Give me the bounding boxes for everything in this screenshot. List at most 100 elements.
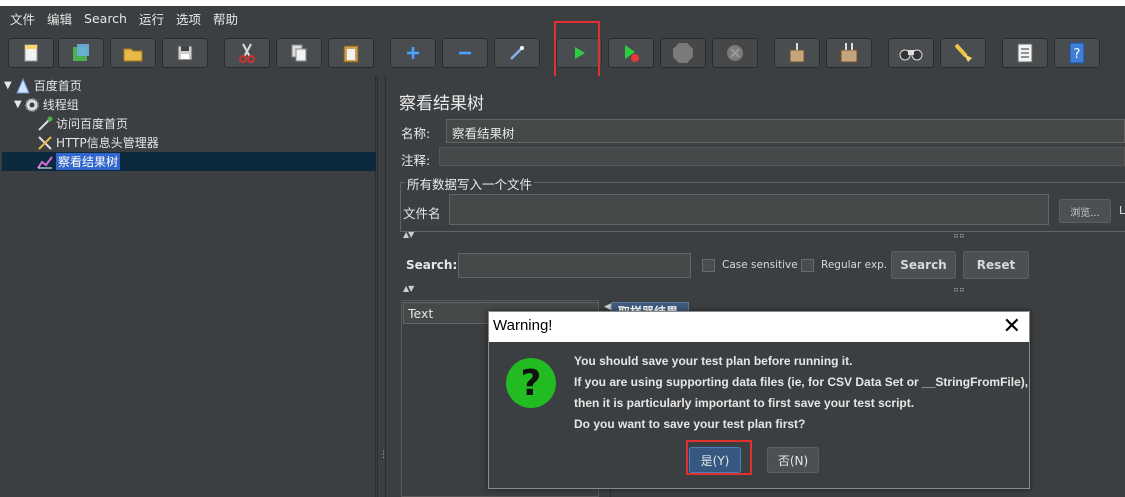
tools-icon <box>36 134 54 152</box>
start-no-pauses-button[interactable] <box>608 38 654 68</box>
tree-splitter[interactable]: ⋮ <box>377 76 388 497</box>
search-button[interactable] <box>888 38 934 68</box>
drag-dots-icon: ⠶⠶ <box>953 285 965 294</box>
dialog-title: Warning! <box>493 317 553 334</box>
copy-button[interactable] <box>276 38 322 68</box>
minus-icon <box>459 51 471 55</box>
menu-file[interactable]: 文件 <box>4 9 41 28</box>
shutdown-icon <box>727 45 743 61</box>
dialog-message-line-1: You should save your test plan before ru… <box>574 354 853 368</box>
drag-dots-icon: ⠶⠶ <box>953 231 965 240</box>
expanded-arrow-icon[interactable]: ▼ <box>14 99 22 110</box>
menu-edit[interactable]: 编辑 <box>41 9 78 28</box>
dialog-titlebar: Warning! ✕ <box>489 312 1029 342</box>
copy-icon <box>291 44 307 62</box>
clear-button[interactable] <box>774 38 820 68</box>
templates-button[interactable] <box>58 38 104 68</box>
dialog-message-line-4: Do you want to save your test plan first… <box>574 417 806 431</box>
filename-label: 文件名 <box>403 206 441 221</box>
open-folder-icon <box>123 48 143 62</box>
warning-dialog: Warning! ✕ ? You should save your test p… <box>488 311 1030 489</box>
case-sensitive-checkbox[interactable] <box>702 259 715 272</box>
menu-run[interactable]: 运行 <box>133 9 170 28</box>
broom-all-icon <box>840 43 858 63</box>
expanded-arrow-icon[interactable]: ▼ <box>4 80 12 91</box>
clear-all-button[interactable] <box>826 38 872 68</box>
tree-node-label: 访问百度首页 <box>56 117 129 131</box>
pipette-icon <box>36 115 54 133</box>
question-icon: ? <box>505 357 557 412</box>
save-disk-icon <box>177 45 193 61</box>
list-icon <box>1017 43 1033 63</box>
stop-icon <box>673 43 693 63</box>
collapse-arrows-icon[interactable]: ▲▼ <box>403 284 414 293</box>
help-icon: ? <box>1069 42 1085 64</box>
tree-node-label: 察看结果树 <box>56 153 121 170</box>
truncated-label: L <box>1119 204 1125 217</box>
panel-title: 察看结果树 <box>399 94 484 114</box>
cut-button[interactable] <box>224 38 270 68</box>
search-label: Search: <box>406 258 458 272</box>
dialog-message-line-3: then it is particularly important to fir… <box>574 396 915 410</box>
start-button-highlight <box>554 21 600 81</box>
plus-icon <box>407 47 419 59</box>
tree-node-header-manager[interactable]: HTTP信息头管理器 <box>36 133 159 152</box>
name-label: 名称: <box>401 126 431 141</box>
browse-button[interactable]: 浏览... <box>1059 199 1111 223</box>
write-to-file-legend: 所有数据写入一个文件 <box>405 174 535 193</box>
tree-node-thread-group[interactable]: ▼ 线程组 <box>14 95 79 114</box>
renderer-value: Text <box>408 306 434 321</box>
tree-node-test-plan[interactable]: ▼ 百度首页 <box>4 76 82 95</box>
broom-icon <box>789 43 805 63</box>
split-divider-2[interactable]: ▲▼ ⠶⠶ <box>400 284 1125 295</box>
tree-node-label: HTTP信息头管理器 <box>56 136 159 150</box>
new-file-icon <box>24 44 38 62</box>
templates-icon <box>73 44 89 61</box>
collapse-arrows-icon[interactable]: ▲▼ <box>403 230 414 239</box>
tree-node-http-request[interactable]: 访问百度首页 <box>36 114 128 133</box>
scissors-icon <box>239 43 255 63</box>
play-no-timers-icon <box>625 45 639 62</box>
regular-exp-label: Regular exp. <box>821 259 888 271</box>
wand-icon <box>510 46 524 60</box>
svg-text:?: ? <box>1074 47 1081 62</box>
tree-node-view-results-tree[interactable]: 察看结果树 <box>36 152 121 171</box>
name-input[interactable]: 察看结果树 <box>446 119 1125 143</box>
paste-icon <box>343 45 359 63</box>
save-button[interactable] <box>162 38 208 68</box>
open-button[interactable] <box>110 38 156 68</box>
menu-search[interactable]: Search <box>78 11 133 26</box>
tree-node-label: 线程组 <box>42 98 79 112</box>
paste-button[interactable] <box>328 38 374 68</box>
help-button[interactable]: ? <box>1054 38 1100 68</box>
case-sensitive-label: Case sensitive <box>722 259 798 271</box>
binoculars-icon <box>899 49 923 61</box>
menu-options[interactable]: 选项 <box>170 9 207 28</box>
close-icon[interactable]: ✕ <box>1003 314 1021 339</box>
shutdown-button[interactable] <box>712 38 758 68</box>
comment-input[interactable] <box>439 147 1125 166</box>
gear-icon <box>23 96 41 114</box>
test-plan-tree: ▼ 百度首页 ▼ 线程组 访问百度首页 HTTP信息头管理器 察看结果树 <box>0 76 376 497</box>
reset-search-button[interactable] <box>940 38 986 68</box>
collapse-button[interactable] <box>442 38 488 68</box>
search-submit-button[interactable]: Search <box>891 251 956 279</box>
function-helper-button[interactable] <box>1002 38 1048 68</box>
new-button[interactable] <box>8 38 54 68</box>
yes-button-highlight <box>686 440 752 475</box>
comment-label: 注释: <box>401 153 431 168</box>
no-button[interactable]: 否(N) <box>767 447 819 473</box>
menu-help[interactable]: 帮助 <box>207 9 244 28</box>
expand-button[interactable] <box>390 38 436 68</box>
reset-button[interactable]: Reset <box>963 251 1029 279</box>
stop-button[interactable] <box>660 38 706 68</box>
chart-icon <box>36 153 54 171</box>
filename-input[interactable] <box>449 194 1049 225</box>
search-input[interactable] <box>458 253 691 278</box>
split-divider[interactable]: ▲▼ ⠶⠶ <box>400 230 1125 241</box>
reset-search-icon <box>954 43 972 62</box>
toggle-button[interactable] <box>494 38 540 68</box>
test-plan-icon <box>14 77 32 95</box>
regular-exp-checkbox[interactable] <box>801 259 814 272</box>
svg-text:?: ? <box>521 363 542 404</box>
